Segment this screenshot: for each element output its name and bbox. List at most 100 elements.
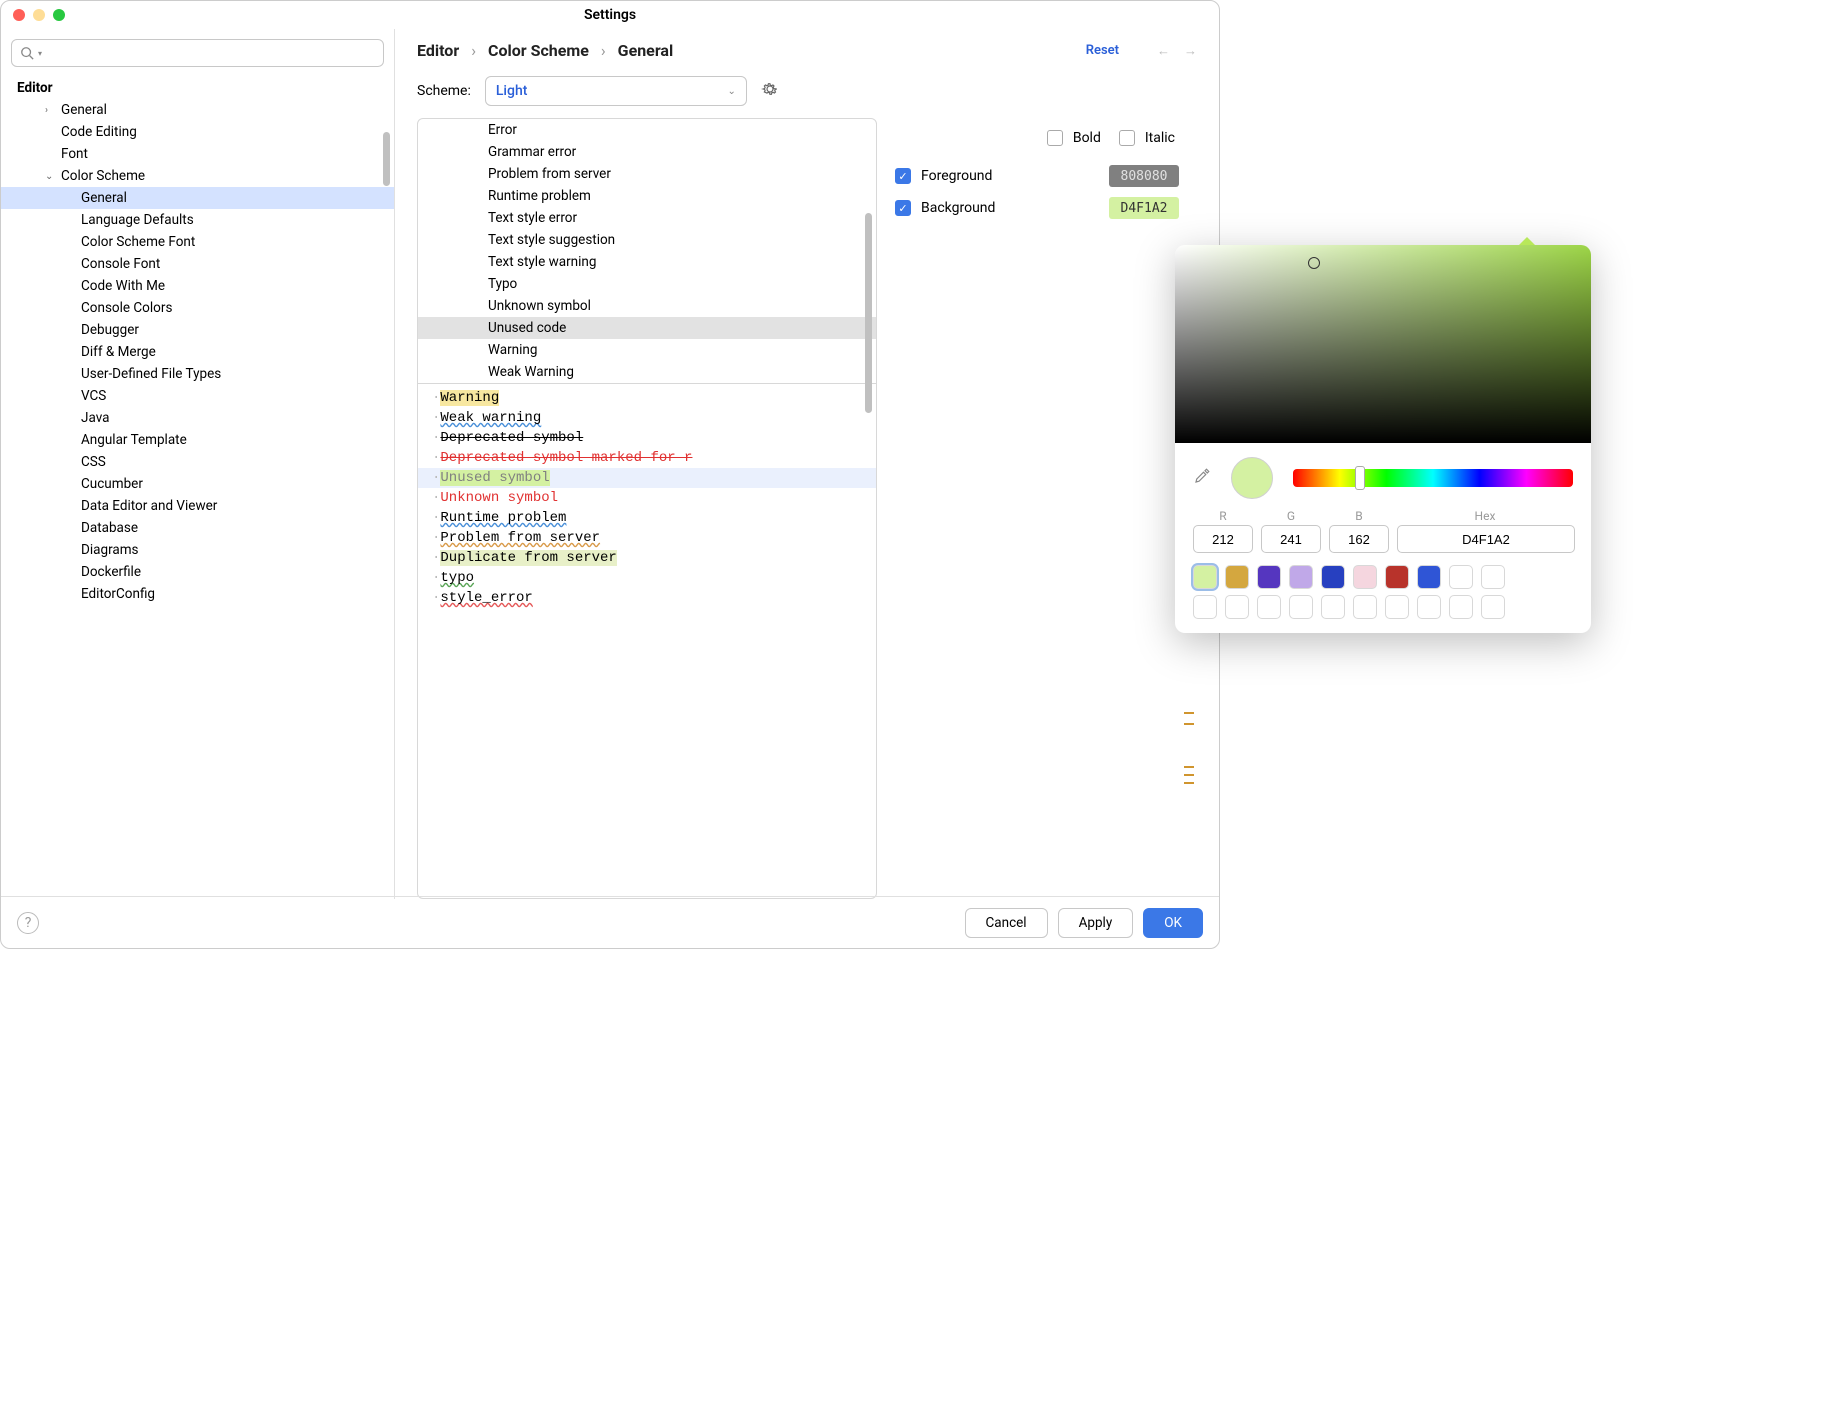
color-swatch-empty[interactable] [1193, 595, 1217, 619]
nav-forward-icon[interactable]: → [1184, 43, 1197, 59]
tree-item[interactable]: VCS [1, 385, 394, 407]
help-button[interactable]: ? [17, 912, 39, 934]
ok-button[interactable]: OK [1143, 908, 1203, 938]
color-picker-thumb[interactable] [1308, 257, 1320, 269]
tree-item[interactable]: General [1, 187, 394, 209]
search-dropdown-icon[interactable]: ▾ [38, 49, 42, 58]
tree-item-label: EditorConfig [81, 586, 155, 602]
color-swatch[interactable] [1353, 565, 1377, 589]
color-swatch[interactable] [1193, 565, 1217, 589]
foreground-label: Foreground [921, 168, 992, 184]
settings-search-input[interactable]: ▾ [11, 39, 384, 67]
tree-item[interactable]: Code Editing [1, 121, 394, 143]
b-input[interactable] [1329, 525, 1389, 553]
tree-item[interactable]: ⌄Color Scheme [1, 165, 394, 187]
tree-item[interactable]: Debugger [1, 319, 394, 341]
zoom-window-button[interactable] [53, 9, 65, 21]
color-swatch[interactable] [1289, 565, 1313, 589]
list-item[interactable]: Problem from server [418, 163, 876, 185]
list-item[interactable]: Weak Warning [418, 361, 876, 383]
cancel-button[interactable]: Cancel [965, 908, 1048, 938]
tree-item[interactable]: Language Defaults [1, 209, 394, 231]
color-swatch[interactable] [1449, 565, 1473, 589]
list-item[interactable]: Grammar error [418, 141, 876, 163]
tree-item[interactable]: Database [1, 517, 394, 539]
preview-line: ·Unknown symbol [418, 488, 876, 508]
minimize-window-button[interactable] [33, 9, 45, 21]
tree-item[interactable]: Diff & Merge [1, 341, 394, 363]
tree-item[interactable]: Cucumber [1, 473, 394, 495]
color-swatch[interactable] [1225, 565, 1249, 589]
list-item[interactable]: Text style error [418, 207, 876, 229]
breadcrumb-item[interactable]: Color Scheme [488, 41, 589, 60]
hue-slider[interactable] [1293, 469, 1573, 487]
color-swatch-empty[interactable] [1225, 595, 1249, 619]
tree-item-label: Dockerfile [81, 564, 141, 580]
close-window-button[interactable] [13, 9, 25, 21]
color-swatch[interactable] [1257, 565, 1281, 589]
tree-item[interactable]: Code With Me [1, 275, 394, 297]
list-item[interactable]: Unknown symbol [418, 295, 876, 317]
preview-line: ·Duplicate from server [418, 548, 876, 568]
color-swatch-empty[interactable] [1353, 595, 1377, 619]
g-input[interactable] [1261, 525, 1321, 553]
gear-icon[interactable] [761, 80, 779, 102]
color-swatch-empty[interactable] [1481, 595, 1505, 619]
color-swatch-empty[interactable] [1449, 595, 1473, 619]
tree-item[interactable]: Dockerfile [1, 561, 394, 583]
tree-item-label: Debugger [81, 322, 139, 338]
list-item[interactable]: Typo [418, 273, 876, 295]
list-item[interactable]: Unused code [418, 317, 876, 339]
color-swatch-empty[interactable] [1385, 595, 1409, 619]
r-input[interactable] [1193, 525, 1253, 553]
settings-tree[interactable]: Editor›General Code Editing Font⌄Color S… [1, 77, 394, 899]
color-swatch[interactable] [1481, 565, 1505, 589]
hex-input[interactable] [1397, 525, 1575, 553]
list-item[interactable]: Runtime problem [418, 185, 876, 207]
italic-checkbox[interactable] [1119, 130, 1135, 146]
eyedropper-icon[interactable] [1193, 467, 1211, 489]
color-swatch-empty[interactable] [1257, 595, 1281, 619]
foreground-color-swatch[interactable]: 808080 [1109, 165, 1179, 187]
color-swatch-empty[interactable] [1417, 595, 1441, 619]
tree-item[interactable]: User-Defined File Types [1, 363, 394, 385]
preview-line: ·Runtime problem [418, 508, 876, 528]
color-swatch[interactable] [1321, 565, 1345, 589]
breadcrumb-item[interactable]: Editor [417, 41, 459, 60]
background-checkbox[interactable]: ✓ [895, 200, 911, 216]
tree-item[interactable]: Java [1, 407, 394, 429]
nav-back-icon[interactable]: ← [1157, 43, 1170, 59]
tree-item[interactable]: Font [1, 143, 394, 165]
tree-item[interactable]: Console Font [1, 253, 394, 275]
color-swatch[interactable] [1385, 565, 1409, 589]
color-saturation-area[interactable] [1175, 245, 1591, 443]
tree-item[interactable]: Data Editor and Viewer [1, 495, 394, 517]
bold-checkbox[interactable] [1047, 130, 1063, 146]
tree-item[interactable]: EditorConfig [1, 583, 394, 605]
color-swatch-empty[interactable] [1289, 595, 1313, 619]
color-swatch-empty[interactable] [1321, 595, 1345, 619]
tree-item[interactable]: CSS [1, 451, 394, 473]
scheme-label: Scheme: [417, 83, 471, 99]
foreground-checkbox[interactable]: ✓ [895, 168, 911, 184]
hue-thumb[interactable] [1355, 466, 1365, 490]
list-item[interactable]: Error [418, 119, 876, 141]
tree-item[interactable]: Angular Template [1, 429, 394, 451]
list-item[interactable]: Warning [418, 339, 876, 361]
list-scrollbar[interactable] [865, 213, 872, 413]
attributes-list[interactable]: ErrorGrammar errorProblem from serverRun… [418, 119, 876, 383]
tree-item[interactable]: Color Scheme Font [1, 231, 394, 253]
list-item[interactable]: Text style suggestion [418, 229, 876, 251]
apply-button[interactable]: Apply [1058, 908, 1134, 938]
background-color-swatch[interactable]: D4F1A2 [1109, 197, 1179, 219]
tree-item[interactable]: Diagrams [1, 539, 394, 561]
tree-item[interactable]: Console Colors [1, 297, 394, 319]
search-icon [20, 46, 34, 60]
sidebar-scrollbar[interactable] [383, 132, 390, 186]
reset-link[interactable]: Reset [1086, 43, 1119, 58]
tree-item[interactable]: Editor [1, 77, 394, 99]
tree-item[interactable]: ›General [1, 99, 394, 121]
scheme-select[interactable]: Light ⌄ [485, 76, 747, 106]
color-swatch[interactable] [1417, 565, 1441, 589]
list-item[interactable]: Text style warning [418, 251, 876, 273]
